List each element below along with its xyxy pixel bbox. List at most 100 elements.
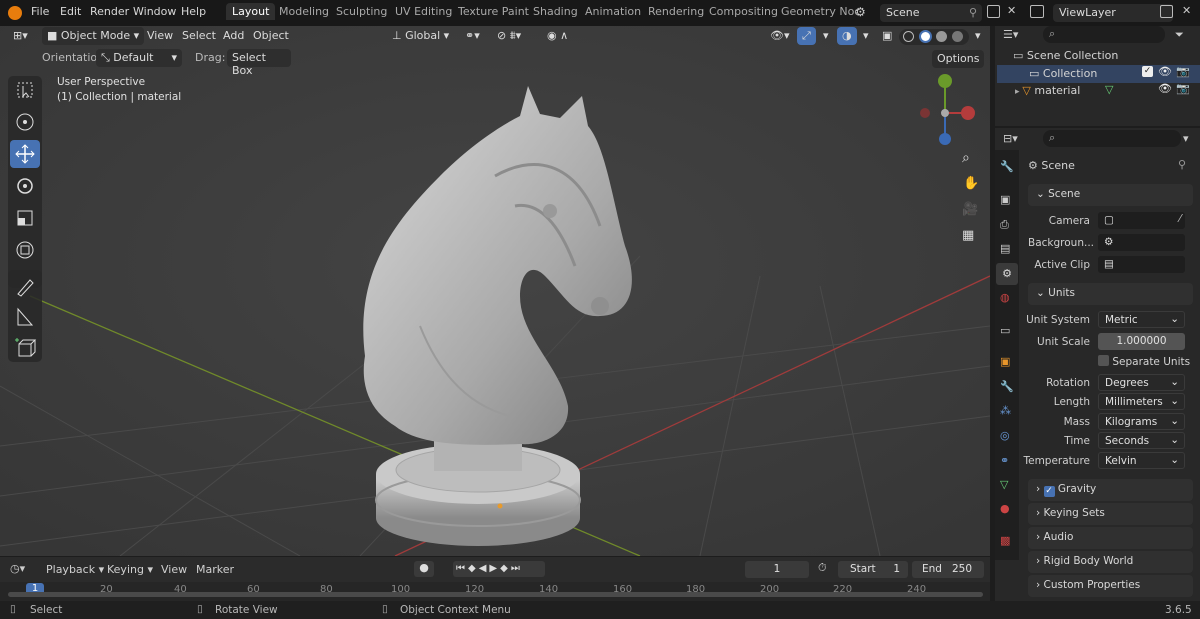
properties-search-input[interactable]: ⌕ (1043, 130, 1181, 147)
menu-edit[interactable]: Edit (60, 5, 81, 18)
timeline-type-icon[interactable]: ◷▾ (10, 562, 25, 575)
active-clip-field[interactable]: ▤ (1098, 256, 1185, 273)
camera-field[interactable]: ▢ ⁄ (1098, 212, 1185, 229)
separate-units-row[interactable]: Separate Units (1098, 355, 1190, 368)
overlays-dropdown-icon[interactable]: ▾ (858, 27, 874, 45)
ortho-grid-icon[interactable]: ▦ (962, 228, 974, 243)
temperature-dropdown[interactable]: Kelvin ⌄ (1098, 452, 1185, 469)
tab-uv-editing[interactable]: UV Editing (395, 5, 452, 18)
move-tool[interactable] (10, 140, 40, 168)
mode-selector[interactable]: ■ Object Mode ▾ (42, 27, 145, 45)
transform-orientation[interactable]: ⊥ Global ▾ (387, 27, 454, 45)
tab-shading[interactable]: Shading (533, 5, 578, 18)
remove-view-layer-icon[interactable]: ✕ (1182, 4, 1191, 17)
visibility-icon[interactable]: 👁▾ (765, 27, 795, 45)
menu-timeline-view[interactable]: View (161, 563, 187, 576)
stopwatch-icon[interactable]: ⏱ (818, 561, 827, 575)
menu-keying[interactable]: Keying ▾ (107, 563, 153, 576)
audio-panel-header[interactable]: › Audio (1028, 527, 1193, 549)
rotation-dropdown[interactable]: Degrees ⌄ (1098, 374, 1185, 391)
eyedropper-icon[interactable]: ⁄ (1179, 213, 1181, 225)
material-tab-icon[interactable]: ● (1000, 502, 1010, 515)
pan-hand-icon[interactable]: ✋ (963, 176, 979, 191)
scene-tab-icon[interactable]: ⚙ (996, 263, 1018, 285)
custom-properties-panel-header[interactable]: › Custom Properties (1028, 575, 1193, 597)
tab-modeling[interactable]: Modeling (279, 5, 329, 18)
eye-icon-2[interactable]: 👁 (1158, 82, 1172, 95)
rendered-shading-icon[interactable] (952, 31, 963, 42)
overlays-icon[interactable]: ◑ (837, 27, 857, 45)
select-box-tool[interactable] (10, 76, 40, 104)
length-dropdown[interactable]: Millimeters ⌄ (1098, 393, 1185, 410)
menu-view[interactable]: View (142, 27, 178, 45)
editor-type-icon[interactable]: ⊞▾ (8, 27, 33, 45)
units-panel-header[interactable]: ⌄ Units (1028, 283, 1193, 305)
tab-layout[interactable]: Layout (226, 3, 276, 20)
eye-icon[interactable]: 👁 (1158, 65, 1172, 78)
pin-icon-2[interactable]: ⚲ (1178, 158, 1186, 171)
gravity-checkbox[interactable]: ✓ (1043, 486, 1055, 497)
3d-viewport[interactable]: User Perspective (1) Collection | materi… (0, 26, 990, 556)
menu-help[interactable]: Help (181, 5, 206, 18)
play-reverse-icon[interactable]: ◀ (479, 563, 490, 574)
scene-panel-header[interactable]: ⌄ Scene (1028, 184, 1193, 206)
tab-animation[interactable]: Animation (585, 5, 641, 18)
wireframe-shading-icon[interactable] (903, 31, 914, 42)
record-icon[interactable]: ● (414, 561, 434, 577)
next-keyframe-icon[interactable]: ◆ (500, 563, 511, 574)
keying-sets-panel-header[interactable]: › Keying Sets (1028, 503, 1193, 525)
transform-tool[interactable] (10, 236, 40, 264)
menu-playback[interactable]: Playback ▾ (46, 563, 104, 576)
zoom-icon[interactable]: ⌕ (962, 150, 970, 166)
filter-icon[interactable]: ⏷ (1175, 28, 1184, 42)
collection-tab-icon[interactable]: ▭ (1000, 324, 1010, 337)
menu-file[interactable]: File (31, 5, 49, 18)
solid-shading-icon[interactable] (919, 30, 932, 43)
world-tab-icon[interactable]: ◍ (1000, 291, 1010, 304)
menu-object[interactable]: Object (248, 27, 294, 45)
blender-logo-icon[interactable] (8, 6, 22, 20)
shading-dropdown-icon[interactable]: ▾ (970, 27, 986, 45)
tab-compositing[interactable]: Compositing (709, 5, 778, 18)
output-tab-icon[interactable]: ⎙ (1000, 218, 1009, 232)
render-tab-icon[interactable]: ▣ (1000, 193, 1010, 206)
jump-start-icon[interactable]: ⏮ (456, 563, 468, 574)
measure-tool[interactable] (10, 303, 40, 331)
properties-type-icon[interactable]: ⊟▾ (1003, 132, 1018, 145)
texture-tab-icon[interactable]: ▩ (1000, 534, 1010, 547)
play-icon[interactable]: ▶ (489, 563, 500, 574)
view-layer-icon[interactable] (1030, 5, 1044, 18)
timeline-scrollbar[interactable] (8, 592, 983, 597)
camera-view-icon[interactable]: 🎥 (962, 202, 978, 217)
view-layer-tab-icon[interactable]: ▤ (1000, 242, 1010, 255)
background-field[interactable]: ⚙ (1098, 234, 1185, 251)
camera-render-icon-2[interactable]: 📷 (1176, 82, 1190, 95)
chevron-down-icon-2[interactable]: ▾ (1183, 132, 1189, 145)
object-tab-icon[interactable]: ▣ (1000, 355, 1010, 368)
remove-scene-icon[interactable]: ✕ (1007, 4, 1016, 17)
scale-tool[interactable] (10, 204, 40, 232)
tab-geometry-nodes[interactable]: Geometry Noc (781, 5, 860, 18)
xray-icon[interactable]: ▣ (877, 27, 897, 45)
separate-units-checkbox[interactable] (1098, 355, 1109, 366)
unit-system-dropdown[interactable]: Metric ⌄ (1098, 311, 1185, 328)
end-frame-field[interactable]: End 250 (912, 561, 984, 578)
menu-marker[interactable]: Marker (196, 563, 234, 576)
add-cube-tool[interactable] (10, 334, 40, 362)
mass-dropdown[interactable]: Kilograms ⌄ (1098, 413, 1185, 430)
outliner-search-input[interactable]: ⌕ (1043, 26, 1165, 43)
drag-dropdown[interactable]: Select Box (227, 49, 291, 77)
data-tab-icon[interactable]: ▽ (1000, 478, 1008, 491)
gizmo-dropdown-icon[interactable]: ▾ (818, 27, 834, 45)
proportional-edit-icon[interactable]: ◉ ∧ (542, 27, 573, 45)
menu-add[interactable]: Add (218, 27, 249, 45)
gizmo-toggle-icon[interactable]: ⤢ (797, 27, 816, 45)
outliner-type-icon[interactable]: ☰▾ (1003, 28, 1018, 41)
scene-selector[interactable]: Scene ⚲ (880, 4, 982, 22)
camera-render-icon[interactable]: 📷 (1176, 65, 1190, 78)
new-scene-icon[interactable] (987, 5, 1000, 18)
annotate-tool[interactable] (10, 272, 40, 300)
menu-window[interactable]: Window (133, 5, 176, 18)
time-dropdown[interactable]: Seconds ⌄ (1098, 432, 1185, 449)
pivot-icon[interactable]: ⚭▾ (460, 27, 485, 45)
